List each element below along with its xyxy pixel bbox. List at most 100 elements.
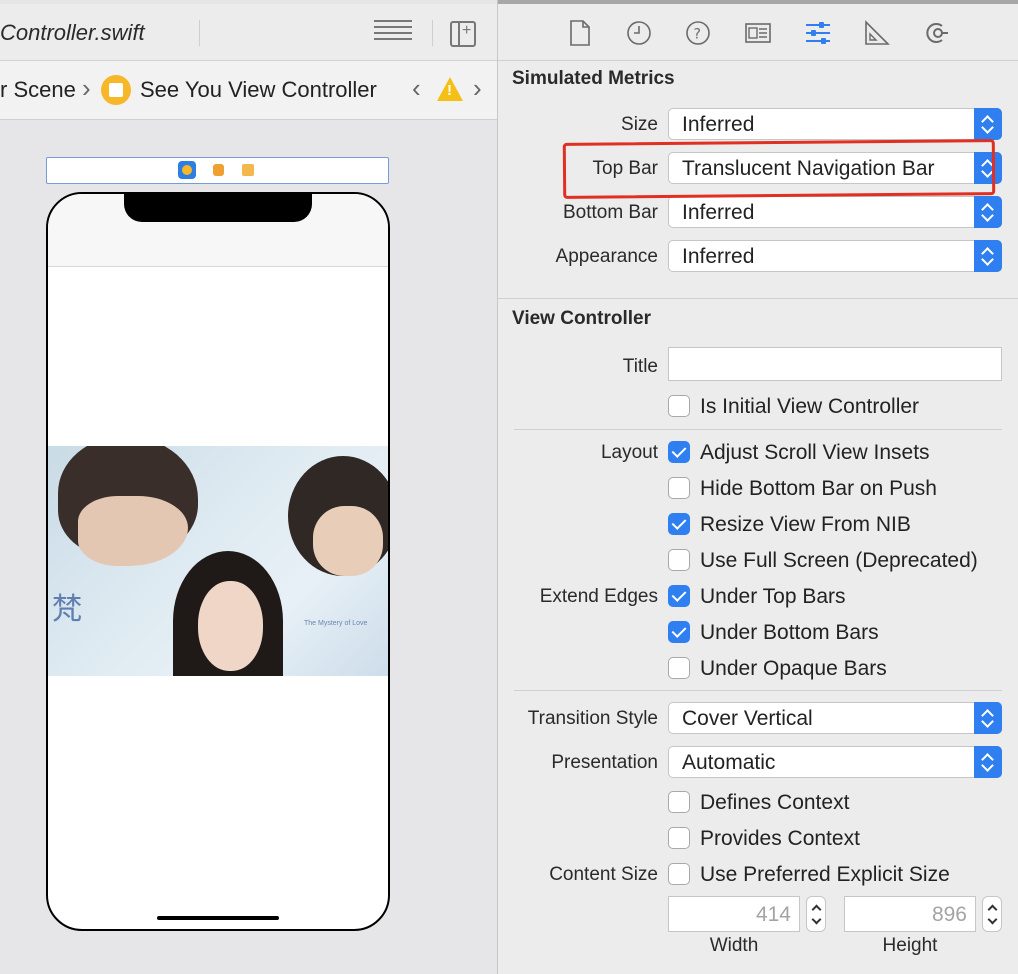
appearance-popup[interactable]: Inferred [668, 240, 1002, 272]
inspector-tabs: ? [498, 4, 1018, 60]
presentation-value: Automatic [682, 751, 776, 774]
under-opaque-checkbox[interactable] [668, 657, 690, 679]
resize-nib-checkbox[interactable] [668, 513, 690, 535]
title-label: Title [622, 356, 658, 377]
extend-edges-label: Extend Edges [539, 586, 658, 607]
device-notch [124, 194, 312, 222]
transition-style-value: Cover Vertical [682, 707, 813, 730]
bottom-bar-label: Bottom Bar [562, 202, 658, 223]
identity-icon[interactable] [745, 20, 771, 46]
chevron-updown-icon [974, 746, 1002, 778]
warning-glyph: ! [447, 82, 452, 99]
adjust-scroll-checkbox[interactable] [668, 441, 690, 463]
photo-subtitle-text: The Mystery of Love [304, 620, 368, 627]
provides-context-label[interactable]: Provides Context [700, 827, 860, 851]
width-label: Width [709, 935, 759, 956]
height-stepper[interactable] [982, 896, 1002, 932]
hide-bottom-label[interactable]: Hide Bottom Bar on Push [700, 477, 937, 501]
under-opaque-label[interactable]: Under Opaque Bars [700, 657, 887, 681]
separator [498, 60, 1018, 61]
adjust-scroll-label[interactable]: Adjust Scroll View Insets [700, 441, 930, 465]
chevron-right-icon: › [82, 73, 91, 103]
bottom-bar-value: Inferred [682, 201, 755, 224]
height-value: 896 [931, 903, 967, 926]
scene-dock[interactable] [46, 157, 389, 184]
under-bottom-checkbox[interactable] [668, 621, 690, 643]
breadcrumb-scene[interactable]: r Scene [0, 77, 76, 103]
under-top-label[interactable]: Under Top Bars [700, 585, 846, 609]
preferred-size-checkbox[interactable] [668, 863, 690, 885]
provides-context-checkbox[interactable] [668, 827, 690, 849]
transition-style-label: Transition Style [527, 708, 658, 729]
editor-options-icon[interactable] [374, 20, 412, 46]
chevron-updown-icon [974, 240, 1002, 272]
initial-vc-checkbox[interactable] [668, 395, 690, 417]
size-label: Size [621, 114, 658, 135]
photo-face [313, 506, 383, 576]
content-size-label: Content Size [549, 864, 658, 885]
photo-face [198, 581, 263, 671]
preferred-size-label[interactable]: Use Preferred Explicit Size [700, 863, 950, 887]
chevron-updown-icon [974, 196, 1002, 228]
height-field[interactable]: 896 [844, 896, 976, 932]
under-bottom-label[interactable]: Under Bottom Bars [700, 621, 879, 645]
add-editor-pane-icon[interactable] [450, 21, 476, 47]
editor-area: Controller.swift r Scene › See You View … [0, 0, 497, 974]
file-name[interactable]: Controller.swift [0, 20, 145, 46]
svg-text:?: ? [694, 27, 701, 43]
height-label: Height [882, 935, 938, 956]
separator [199, 20, 200, 46]
breadcrumb-view-controller[interactable]: See You View Controller [140, 77, 377, 103]
full-screen-label[interactable]: Use Full Screen (Deprecated) [700, 549, 978, 573]
width-stepper[interactable] [806, 896, 826, 932]
chevron-left-icon[interactable]: ‹ [412, 73, 421, 104]
chevron-updown-icon [974, 702, 1002, 734]
connections-icon[interactable] [924, 20, 950, 46]
file-icon[interactable] [568, 20, 592, 46]
size-icon[interactable] [864, 20, 890, 46]
hide-bottom-checkbox[interactable] [668, 477, 690, 499]
chevron-right-icon[interactable]: › [473, 73, 482, 104]
resize-nib-label[interactable]: Resize View From NIB [700, 513, 911, 537]
help-icon[interactable]: ? [685, 20, 711, 46]
attributes-icon[interactable] [804, 20, 832, 46]
view-controller-icon[interactable] [178, 161, 196, 179]
history-icon[interactable] [626, 20, 652, 46]
section-simulated-metrics: Simulated Metrics [512, 68, 675, 89]
separator [514, 429, 1002, 430]
under-top-checkbox[interactable] [668, 585, 690, 607]
initial-vc-label[interactable]: Is Initial View Controller [700, 395, 919, 419]
home-indicator [157, 916, 279, 920]
presentation-popup[interactable]: Automatic [668, 746, 1002, 778]
size-value: Inferred [682, 113, 755, 136]
presentation-label: Presentation [551, 752, 658, 773]
appearance-label: Appearance [555, 246, 658, 267]
device-canvas[interactable]: 梵 The Mystery of Love [46, 192, 390, 931]
image-view[interactable]: 梵 The Mystery of Love [48, 446, 388, 676]
view-controller-icon [101, 75, 131, 105]
transition-style-popup[interactable]: Cover Vertical [668, 702, 1002, 734]
section-view-controller: View Controller [512, 308, 652, 329]
size-popup[interactable]: Inferred [668, 108, 1002, 140]
width-value: 414 [755, 903, 791, 926]
first-responder-icon[interactable] [213, 164, 224, 176]
separator [432, 20, 433, 46]
appearance-value: Inferred [682, 245, 755, 268]
exit-icon[interactable] [242, 164, 254, 176]
breadcrumb: r Scene › See You View Controller ‹ ! › [0, 61, 497, 120]
full-screen-checkbox[interactable] [668, 549, 690, 571]
separator [498, 298, 1018, 299]
warning-icon[interactable]: ! [437, 77, 463, 101]
separator [514, 690, 1002, 691]
bottom-bar-popup[interactable]: Inferred [668, 196, 1002, 228]
photo-face [78, 496, 188, 566]
title-field[interactable] [668, 347, 1002, 381]
editor-jump-bar: Controller.swift [0, 4, 497, 61]
defines-context-checkbox[interactable] [668, 791, 690, 813]
photo-title-text: 梵 [52, 592, 82, 627]
defines-context-label[interactable]: Defines Context [700, 791, 849, 815]
layout-label: Layout [600, 442, 658, 463]
annotation-highlight-box [562, 139, 996, 199]
width-field[interactable]: 414 [668, 896, 800, 932]
chevron-updown-icon [974, 108, 1002, 140]
